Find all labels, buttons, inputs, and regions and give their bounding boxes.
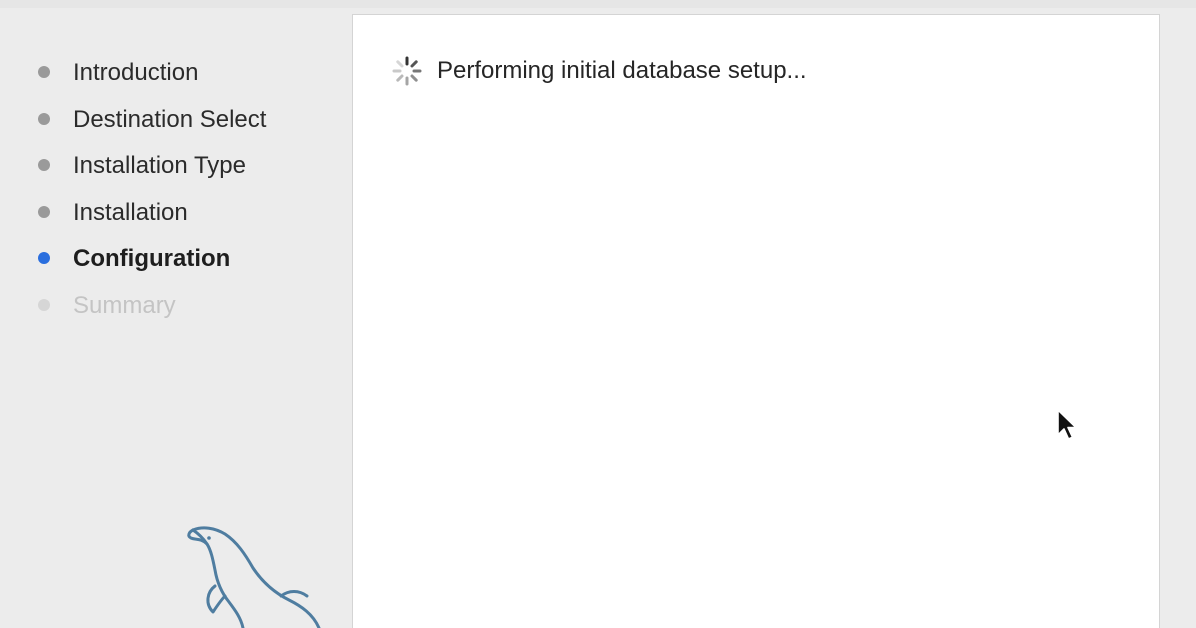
step-bullet-icon bbox=[38, 159, 50, 171]
step-introduction: Introduction bbox=[36, 54, 266, 101]
step-label: Introduction bbox=[73, 59, 199, 86]
status-text: Performing initial database setup... bbox=[437, 57, 807, 84]
step-configuration: Configuration bbox=[36, 240, 266, 287]
installer-steps-sidebar: Introduction Destination Select Installa… bbox=[0, 0, 352, 628]
pointer-cursor-icon bbox=[1057, 409, 1077, 440]
step-bullet-icon bbox=[38, 112, 50, 125]
step-installation-type: Installation Type bbox=[36, 147, 266, 194]
step-bullet-current-icon bbox=[38, 252, 50, 264]
loading-spinner-icon bbox=[392, 56, 422, 86]
step-destination-select: Destination Select bbox=[36, 101, 266, 148]
step-label: Configuration bbox=[73, 245, 231, 272]
installer-window: Introduction Destination Select Installa… bbox=[0, 0, 1196, 628]
mysql-dolphin-icon bbox=[187, 526, 321, 628]
step-list: Introduction Destination Select Installa… bbox=[36, 54, 266, 333]
step-label: Installation Type bbox=[73, 152, 247, 179]
step-label: Destination Select bbox=[73, 105, 267, 133]
step-installation: Installation bbox=[36, 194, 266, 241]
step-label: Summary bbox=[73, 291, 176, 319]
step-label: Installation bbox=[73, 198, 188, 226]
step-bullet-pending-icon bbox=[38, 298, 50, 311]
content-panel: Performing initial database setup... bbox=[352, 14, 1160, 628]
step-bullet-icon bbox=[38, 66, 50, 78]
status-row: Performing initial database setup... bbox=[391, 53, 807, 89]
step-summary: Summary bbox=[36, 287, 266, 334]
step-bullet-icon bbox=[38, 205, 50, 218]
